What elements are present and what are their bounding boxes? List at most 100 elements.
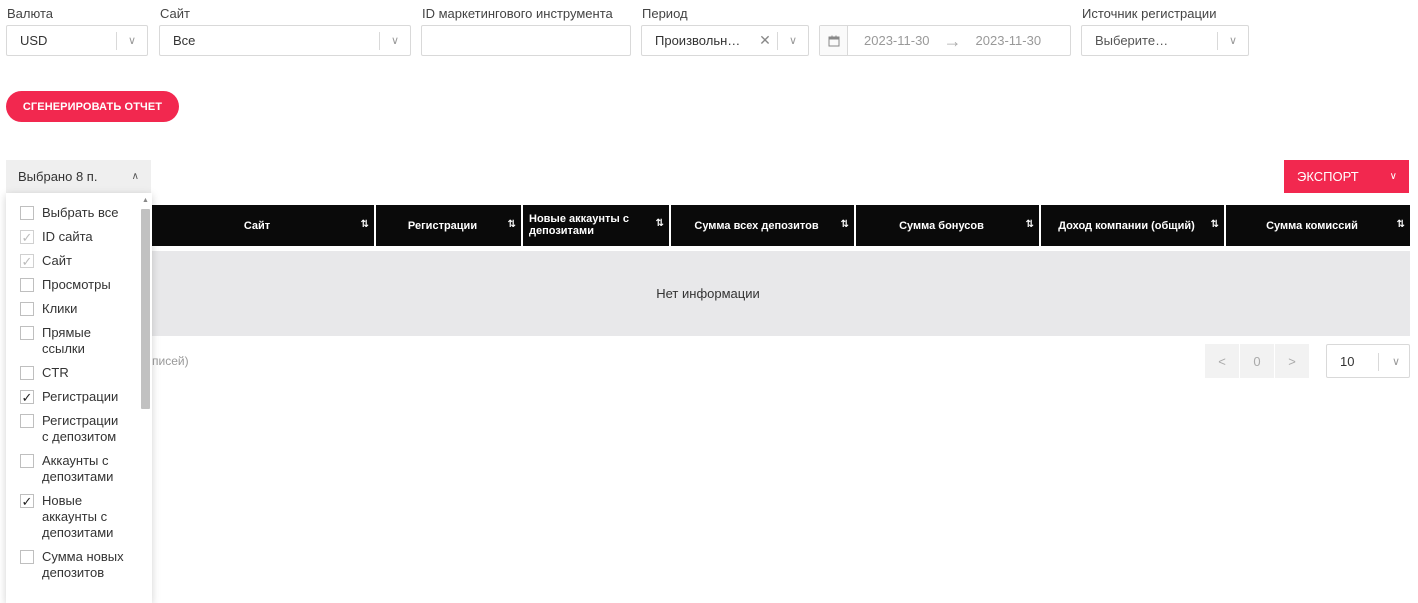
column-option[interactable]: Выбрать все [20,205,124,221]
column-option[interactable]: Сумма новых депозитов [20,549,124,581]
checkbox[interactable] [20,206,34,220]
site-value: Все [173,33,196,48]
checkbox[interactable]: ✓ [20,230,34,244]
date-range-picker[interactable]: 2023-11-30 → 2023-11-30 [819,25,1071,56]
column-option-label: Регистрации с депозитом [42,413,119,444]
column-option-label: Сумма новых депозитов [42,549,124,580]
period-label: Период [642,6,688,21]
select-separator [1378,353,1379,371]
sort-icon[interactable]: ⇅ [656,218,664,230]
table-header: Сайт ⇅ Регистрации ⇅ Новые аккаунты с депо… [152,205,1410,246]
column-header-label: Новые аккаунты с депозитами [529,212,629,237]
sort-icon[interactable]: ⇅ [361,219,369,230]
per-page-select[interactable]: 10 ∨ [1326,344,1410,378]
column-header-commission-sum[interactable]: Сумма комиссий ⇅ [1226,205,1410,246]
export-button[interactable]: ЭКСПОРТ ∨ [1284,160,1409,193]
chevron-down-icon: ∨ [788,35,798,47]
column-header-label: Сайт [243,219,271,232]
column-header-registrations[interactable]: Регистрации ⇅ [376,205,523,246]
sort-icon[interactable]: ⇅ [1397,219,1405,230]
column-header-label: Регистрации [407,219,478,232]
chevron-down-icon: ∨ [1228,35,1238,47]
pagination: < 0 > [1205,344,1310,378]
column-option-label: Клики [42,301,78,316]
column-option[interactable]: CTR [20,365,124,381]
clear-icon[interactable]: ✕ [753,32,777,49]
currency-select[interactable]: USD ∨ [6,25,148,56]
currency-label: Валюта [7,6,53,21]
column-header-label: Сумма бонусов [899,219,984,232]
currency-value: USD [20,33,48,48]
next-page-button[interactable]: > [1275,344,1309,378]
sort-icon[interactable]: ⇅ [508,219,516,230]
sort-icon[interactable]: ⇅ [1211,219,1219,230]
period-value: Произвольн… [655,33,741,48]
scrollbar-thumb[interactable] [141,209,150,409]
site-label: Сайт [160,6,190,21]
checkbox[interactable]: ✓ [20,390,34,404]
calendar-icon[interactable] [820,26,848,55]
per-page-value: 10 [1340,353,1355,369]
checkbox[interactable] [20,454,34,468]
reg-source-label: Источник регистрации [1082,6,1217,21]
column-option[interactable]: ✓ ID сайта [20,229,124,245]
checkbox[interactable] [20,278,34,292]
column-header-deposits-sum[interactable]: Сумма всех депозитов ⇅ [671,205,856,246]
scrollbar[interactable]: ▲ [140,197,150,603]
chevron-down-icon: ∨ [127,35,137,47]
marketing-id-input[interactable] [421,25,631,56]
column-header-company-income[interactable]: Доход компании (общий) ⇅ [1041,205,1226,246]
column-option[interactable]: ✓ Новые аккаунты с депозитами [20,493,124,541]
checkbox[interactable] [20,326,34,340]
column-option[interactable]: Аккаунты с депозитами [20,453,124,485]
checkbox[interactable] [20,302,34,316]
column-option-label: Регистрации [42,389,119,404]
column-option[interactable]: Прямые ссылки [20,325,124,357]
column-option[interactable]: Клики [20,301,124,317]
sort-icon[interactable]: ⇅ [841,219,849,230]
export-label: ЭКСПОРТ [1297,169,1359,184]
records-count: писей) [152,354,189,368]
chevron-down-icon: ∨ [1389,171,1397,182]
column-option[interactable]: Просмотры [20,277,124,293]
column-header-label: Сумма всех депозитов [694,219,819,232]
arrow-right-icon: → [943,30,962,51]
chevron-up-icon: ∧ [131,171,139,182]
scroll-up-icon[interactable]: ▲ [142,197,149,204]
checkbox[interactable] [20,414,34,428]
marketing-id-label: ID маркетингового инструмента [422,6,613,21]
reg-source-select[interactable]: Выберите… ∨ [1081,25,1249,56]
date-from[interactable]: 2023-11-30 [864,33,930,48]
site-select[interactable]: Все ∨ [159,25,411,56]
period-select[interactable]: Произвольн… ✕ ∨ [641,25,809,56]
column-option-label: CTR [42,365,69,380]
column-header-site[interactable]: Сайт ⇅ [152,205,376,246]
column-option-label: Прямые ссылки [42,325,91,356]
checkbox[interactable]: ✓ [20,494,34,508]
checkbox[interactable] [20,366,34,380]
current-page: 0 [1240,344,1274,378]
column-header-new-deposit-accounts[interactable]: Новые аккаунты с депозитами ⇅ [523,205,671,246]
column-option[interactable]: Регистрации с депозитом [20,413,124,445]
checkbox[interactable]: ✓ [20,254,34,268]
column-option[interactable]: ✓ Сайт [20,253,124,269]
column-option-label: Аккаунты с депозитами [42,453,114,484]
columns-selected-label: Выбрано 8 п. [18,169,98,184]
date-to[interactable]: 2023-11-30 [976,33,1042,48]
sort-icon[interactable]: ⇅ [1026,219,1034,230]
column-option[interactable]: ✓ Регистрации [20,389,124,405]
columns-dropdown-menu: ▲ Выбрать все ✓ ID сайта ✓ Сайт Просмотры Клик… [6,193,152,603]
columns-dropdown-toggle[interactable]: Выбрано 8 п. ∧ [6,160,151,193]
column-header-label: Доход компании (общий) [1058,219,1195,232]
checkbox[interactable] [20,550,34,564]
column-option-label: Новые аккаунты с депозитами [42,493,114,540]
column-option-label: Выбрать все [42,205,119,220]
column-header-bonus-sum[interactable]: Сумма бонусов ⇅ [856,205,1041,246]
column-option-label: ID сайта [42,229,93,244]
generate-report-button[interactable]: СГЕНЕРИРОВАТЬ ОТЧЕТ [6,91,179,122]
table-empty-row: Нет информации [6,251,1410,336]
prev-page-button[interactable]: < [1205,344,1239,378]
column-option-label: Просмотры [42,277,111,292]
empty-message: Нет информации [656,286,760,301]
column-header-label: Сумма комиссий [1266,219,1358,232]
